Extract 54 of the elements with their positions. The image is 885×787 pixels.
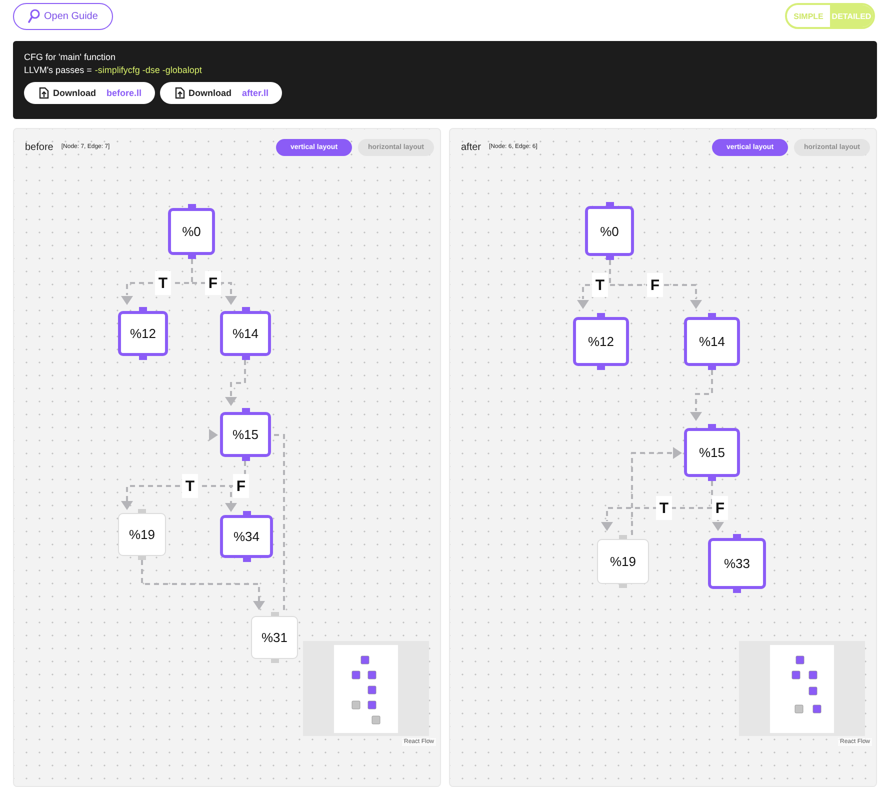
graph-node[interactable]: %34 <box>220 515 273 558</box>
cfg-title: CFG for 'main' function <box>24 51 116 64</box>
search-icon <box>28 9 40 23</box>
node-handle[interactable] <box>733 589 741 593</box>
download-button[interactable]: Download after.ll <box>160 82 282 104</box>
node-handle[interactable] <box>242 307 250 311</box>
graph-title: before <box>25 142 54 152</box>
graph-node[interactable]: %14 <box>684 317 740 366</box>
graph-node[interactable]: %12 <box>573 317 629 366</box>
node-handle[interactable] <box>270 612 278 616</box>
graph-node[interactable]: %19 <box>597 539 649 584</box>
graph-node[interactable]: %0 <box>168 208 215 255</box>
node-handle[interactable] <box>619 535 627 539</box>
node-handle[interactable] <box>242 356 250 360</box>
node-handle[interactable] <box>242 408 250 412</box>
graph-node[interactable]: %15 <box>684 428 740 477</box>
node-handle[interactable] <box>733 534 741 538</box>
graph-title: after <box>461 142 482 152</box>
node-handle[interactable] <box>188 255 196 259</box>
upload-file-icon <box>39 87 49 99</box>
node-handle[interactable] <box>708 313 716 317</box>
graph-node[interactable]: %33 <box>708 538 766 589</box>
node-handle[interactable] <box>138 509 146 513</box>
node-handle[interactable] <box>188 204 196 208</box>
node-handle[interactable] <box>606 256 614 260</box>
node-handle[interactable] <box>242 511 250 515</box>
upload-file-icon <box>174 87 185 99</box>
node-handle[interactable] <box>708 477 716 481</box>
node-handle[interactable] <box>139 307 147 311</box>
minimap-drawing[interactable] <box>303 641 429 736</box>
node-handle[interactable] <box>139 356 147 360</box>
node-handle[interactable] <box>242 558 250 562</box>
passes-list: -simplifycfg -dse -globalopt <box>94 64 202 77</box>
graph-node[interactable]: %31 <box>251 616 298 659</box>
edge-arrow <box>225 360 246 406</box>
node-handle[interactable] <box>270 659 278 663</box>
open-guide-button[interactable]: Open Guide <box>13 2 113 30</box>
node-handle[interactable] <box>597 366 605 370</box>
edge-arrow <box>690 370 713 421</box>
minimap-drawing[interactable] <box>739 641 865 736</box>
node-handle[interactable] <box>708 424 716 428</box>
graph-node[interactable]: %14 <box>220 311 271 356</box>
graph-node[interactable]: %12 <box>118 311 168 356</box>
graph-node[interactable]: %0 <box>585 206 634 256</box>
graph-node[interactable]: %19 <box>118 513 166 556</box>
node-handle[interactable] <box>138 556 146 560</box>
node-handle[interactable] <box>242 457 250 461</box>
node-handle[interactable] <box>619 584 627 588</box>
node-handle[interactable] <box>597 313 605 317</box>
node-handle[interactable] <box>708 366 716 370</box>
graph-node[interactable]: %15 <box>220 412 271 457</box>
download-button[interactable]: Download before.ll <box>24 82 155 104</box>
node-handle[interactable] <box>606 202 614 206</box>
passes-label: LLVM's passes = <box>24 64 92 77</box>
